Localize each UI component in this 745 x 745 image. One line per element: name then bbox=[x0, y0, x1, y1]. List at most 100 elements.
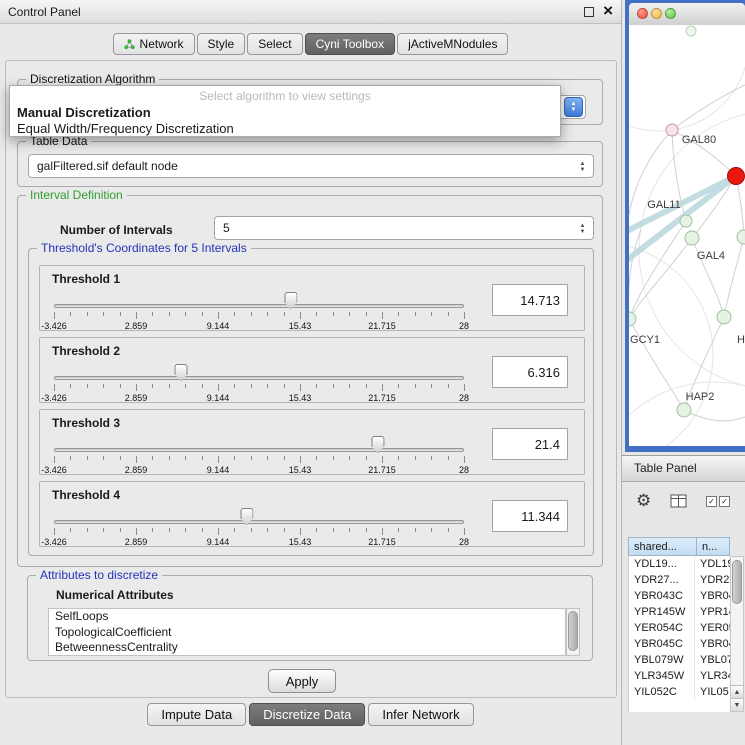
tab-discretize-data[interactable]: Discretize Data bbox=[249, 703, 365, 726]
tick-mark bbox=[120, 456, 121, 460]
threshold-value-field[interactable]: 14.713 bbox=[492, 284, 568, 316]
scrollbar-thumb[interactable] bbox=[568, 611, 578, 651]
apply-button[interactable]: Apply bbox=[268, 669, 336, 693]
tick-mark bbox=[234, 456, 235, 460]
network-canvas-area[interactable]: GAL80 GAL11 GAL4 GCY1 H HAP2 bbox=[629, 25, 745, 446]
threshold-value-field[interactable]: 11.344 bbox=[492, 500, 568, 532]
scroll-down-icon[interactable]: ▼ bbox=[731, 698, 743, 711]
combo-selected-value: galFiltered.sif default node bbox=[37, 159, 178, 173]
tick-mark bbox=[333, 456, 334, 460]
network-view-frame[interactable]: GAL80 GAL11 GAL4 GCY1 H HAP2 bbox=[625, 0, 745, 452]
number-of-intervals-combobox[interactable]: 5 ▲▼ bbox=[214, 216, 594, 240]
table-cell: YDR27... bbox=[629, 572, 695, 588]
combo-stepper-icon[interactable]: ▲▼ bbox=[576, 220, 589, 237]
close-icon[interactable]: × bbox=[603, 2, 613, 20]
numerical-attributes-list[interactable]: SelfLoopsTopologicalCoefficientBetweenne… bbox=[48, 608, 566, 656]
network-icon bbox=[124, 39, 135, 50]
gear-icon[interactable]: ⚙ bbox=[636, 491, 651, 511]
combo-stepper-icon[interactable]: ▲▼ bbox=[564, 97, 583, 117]
table-row[interactable]: YBR045CYBR04 bbox=[629, 636, 730, 652]
table-cell: YIL052C bbox=[629, 684, 695, 700]
tick-label: 28 bbox=[459, 393, 469, 403]
network-node bbox=[737, 230, 745, 244]
slider-track[interactable] bbox=[54, 448, 464, 452]
tick-label: 28 bbox=[459, 321, 469, 331]
tick-mark bbox=[284, 528, 285, 532]
table-row[interactable]: YIL052CYIL05 bbox=[629, 684, 730, 700]
tab-infer-network[interactable]: Infer Network bbox=[368, 703, 473, 726]
tick-mark bbox=[70, 384, 71, 388]
table-row[interactable]: YER054CYER05 bbox=[629, 620, 730, 636]
control-panel-window: Control Panel × NetworkStyleSelectCyni T… bbox=[0, 0, 622, 745]
tab-cyni-toolbox[interactable]: Cyni Toolbox bbox=[305, 33, 395, 55]
dropdown-option-equal-width-frequency[interactable]: Equal Width/Frequency Discretization bbox=[17, 121, 234, 136]
tick-mark bbox=[103, 456, 104, 460]
close-light-icon[interactable] bbox=[637, 8, 648, 19]
checkbox-icon[interactable]: ✓ bbox=[719, 496, 730, 507]
float-window-icon[interactable] bbox=[584, 7, 594, 17]
tick-mark bbox=[333, 312, 334, 316]
network-graph[interactable]: GAL80 GAL11 GAL4 GCY1 H HAP2 bbox=[629, 25, 745, 446]
scroll-up-icon[interactable]: ▲ bbox=[731, 685, 743, 698]
table-scrollbar[interactable]: ▲ ▼ bbox=[730, 556, 744, 712]
table-row[interactable]: YLR345WYLR34 bbox=[629, 668, 730, 684]
table-cell: YBL079W bbox=[629, 652, 695, 668]
columns-icon[interactable] bbox=[670, 494, 687, 511]
top-tab-bar: NetworkStyleSelectCyni ToolboxjActiveMNo… bbox=[0, 33, 621, 55]
threshold-value-field[interactable]: 21.4 bbox=[492, 428, 568, 460]
tab-impute-data[interactable]: Impute Data bbox=[147, 703, 246, 726]
column-header[interactable]: shared... bbox=[628, 537, 696, 556]
tick-mark bbox=[152, 384, 153, 388]
table-cell: YLR345W bbox=[629, 668, 695, 684]
checkbox-icon[interactable]: ✓ bbox=[706, 496, 717, 507]
tab-jactivemnodules[interactable]: jActiveMNodules bbox=[397, 33, 508, 55]
tick-mark bbox=[202, 384, 203, 388]
slider-track[interactable] bbox=[54, 520, 464, 524]
list-item[interactable]: BetweennessCentrality bbox=[49, 640, 565, 656]
table-panel-toolbar: ⚙ ✓ ✓ bbox=[622, 489, 745, 519]
threshold-slider[interactable]: -3.4262.8599.14415.4321.71528 bbox=[54, 434, 464, 474]
slider-track[interactable] bbox=[54, 376, 464, 380]
tick-label: 9.144 bbox=[207, 537, 230, 547]
tick-mark bbox=[120, 312, 121, 316]
combo-stepper-icon[interactable]: ▲▼ bbox=[576, 158, 589, 175]
dropdown-option-manual-discretization[interactable]: Manual Discretization bbox=[17, 105, 151, 120]
list-item[interactable]: SelfLoops bbox=[49, 609, 565, 625]
threshold-slider[interactable]: -3.4262.8599.14415.4321.71528 bbox=[54, 362, 464, 402]
column-header[interactable]: n... bbox=[696, 537, 730, 556]
tick-label: 28 bbox=[459, 465, 469, 475]
table-row[interactable]: YBR043CYBR04 bbox=[629, 588, 730, 604]
table-row[interactable]: YBL079WYBL07 bbox=[629, 652, 730, 668]
tick-label: 28 bbox=[459, 537, 469, 547]
slider-track[interactable] bbox=[54, 304, 464, 308]
tick-mark bbox=[464, 312, 465, 319]
panel-title: Control Panel bbox=[8, 5, 81, 19]
zoom-light-icon[interactable] bbox=[665, 8, 676, 19]
tab-style[interactable]: Style bbox=[197, 33, 246, 55]
threshold-slider[interactable]: -3.4262.8599.14415.4321.71528 bbox=[54, 506, 464, 546]
threshold-value-field[interactable]: 6.316 bbox=[492, 356, 568, 388]
tick-label: 15.43 bbox=[289, 321, 312, 331]
slider-tick-labels: -3.4262.8599.14415.4321.71528 bbox=[54, 465, 464, 475]
scrollbar-thumb[interactable] bbox=[732, 560, 742, 604]
tick-mark bbox=[136, 528, 137, 535]
tick-mark bbox=[185, 384, 186, 388]
list-item[interactable]: TopologicalCoefficient bbox=[49, 625, 565, 641]
tick-mark bbox=[120, 384, 121, 388]
threshold-label: Threshold 3 bbox=[52, 416, 120, 430]
threshold-slider[interactable]: -3.4262.8599.14415.4321.71528 bbox=[54, 290, 464, 330]
table-cell: YIL05 bbox=[695, 684, 730, 700]
network-node bbox=[680, 215, 692, 227]
tab-network[interactable]: Network bbox=[113, 33, 195, 55]
table-row[interactable]: YPR145WYPR14 bbox=[629, 604, 730, 620]
tab-select[interactable]: Select bbox=[247, 33, 302, 55]
network-window-titlebar[interactable] bbox=[629, 3, 745, 25]
table-data-combobox[interactable]: galFiltered.sif default node ▲▼ bbox=[28, 154, 594, 178]
list-scrollbar[interactable] bbox=[566, 608, 580, 656]
minimize-light-icon[interactable] bbox=[651, 8, 662, 19]
tick-label: 21.715 bbox=[368, 321, 396, 331]
table-row[interactable]: YDR27...YDR27 bbox=[629, 572, 730, 588]
tick-mark bbox=[103, 528, 104, 532]
table-row[interactable]: YDL19...YDL19 bbox=[629, 556, 730, 572]
network-node bbox=[717, 310, 731, 324]
